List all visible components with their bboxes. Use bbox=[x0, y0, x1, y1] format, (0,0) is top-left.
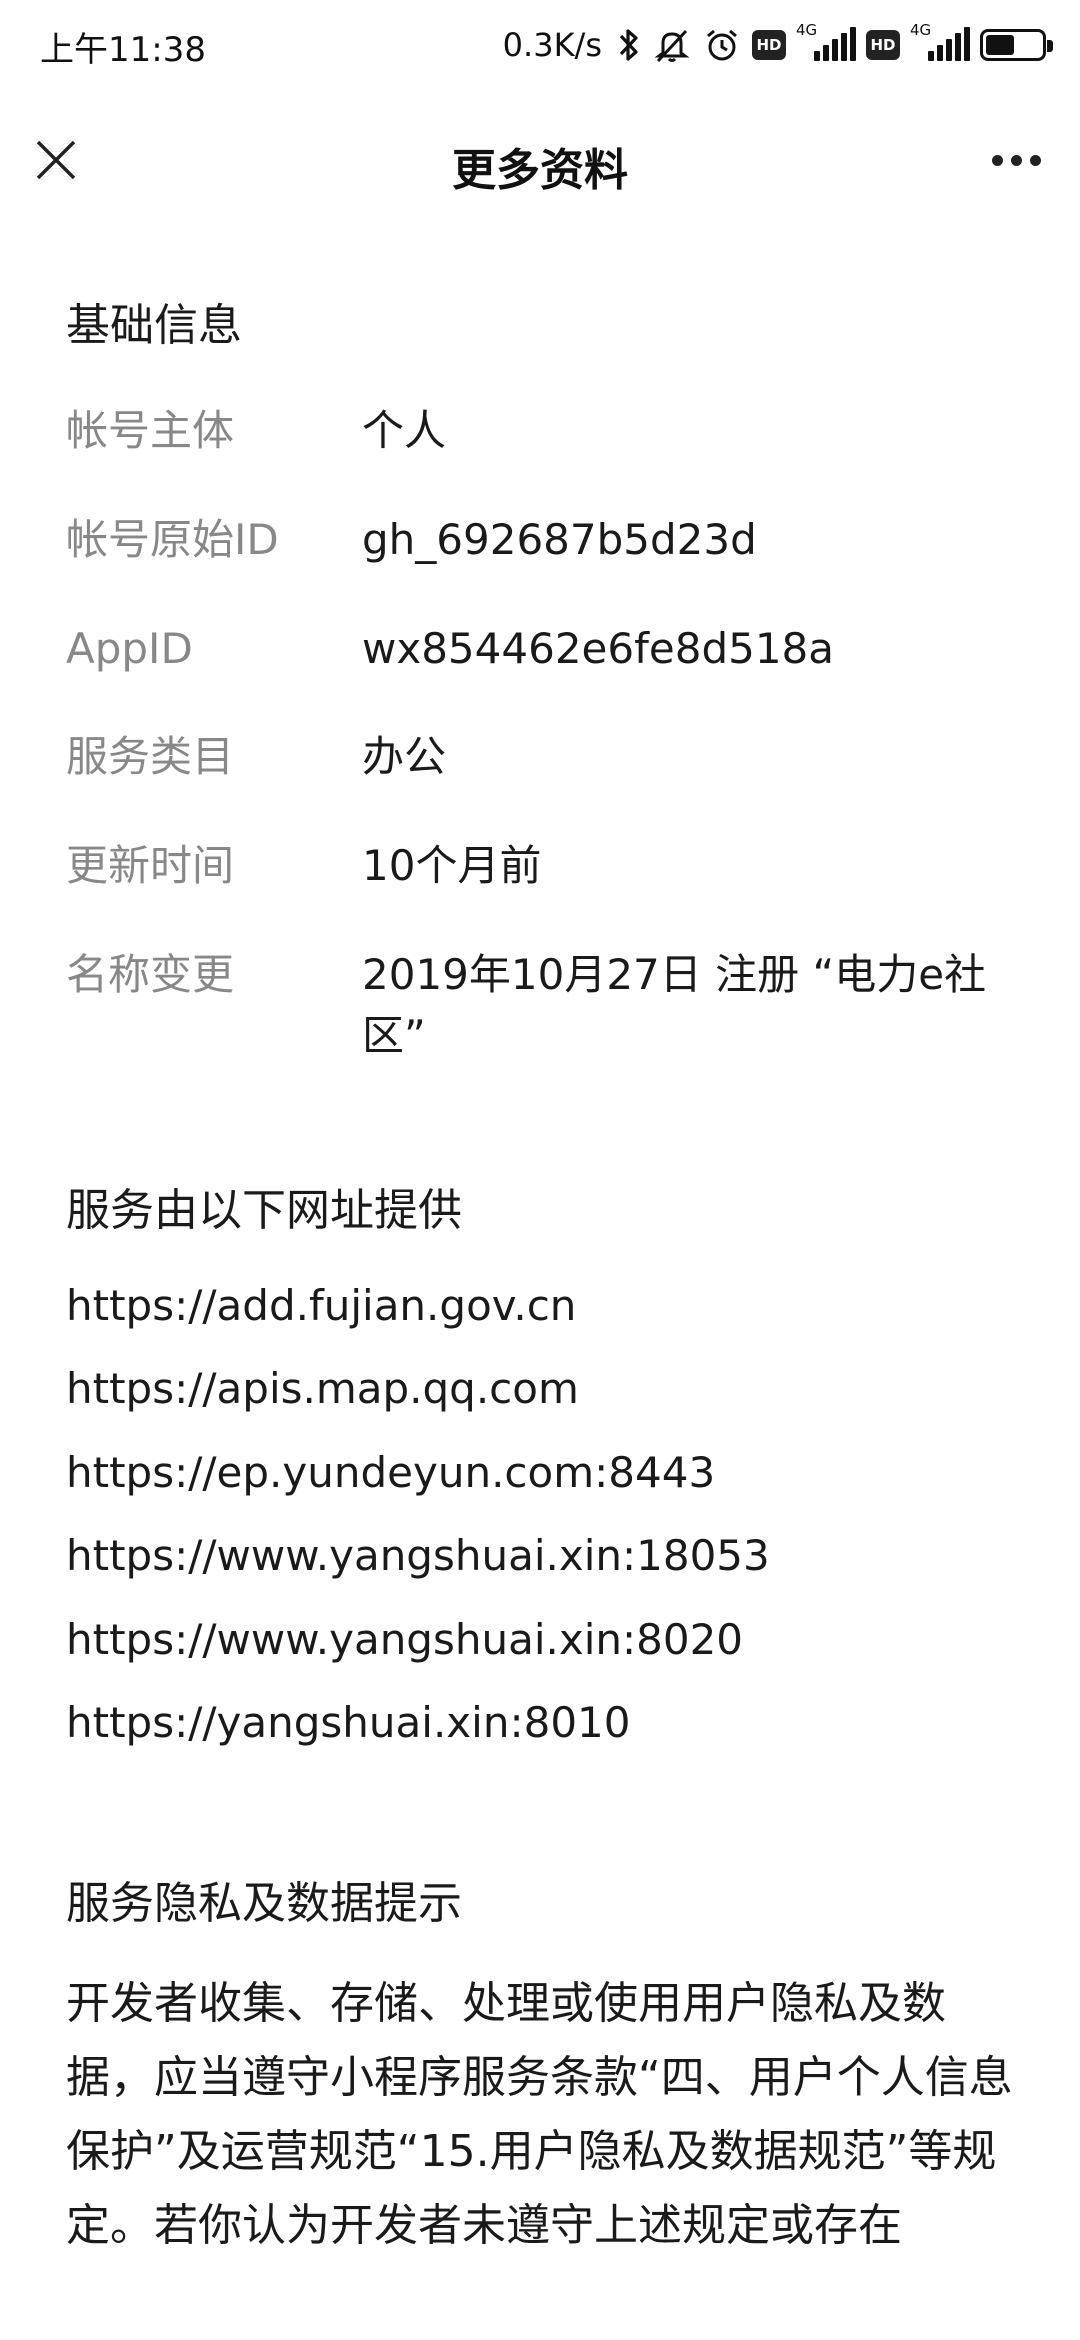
service-url-link[interactable]: https://yangshuai.xin:8010 bbox=[66, 1697, 1016, 1750]
battery-icon bbox=[980, 29, 1053, 61]
info-label: 更新时间 bbox=[66, 841, 235, 891]
more-icon bbox=[1029, 154, 1041, 166]
info-row-update-time: 更新时间 10个月前 bbox=[66, 836, 1016, 897]
info-label: 服务类目 bbox=[66, 732, 235, 782]
service-url-link[interactable]: https://ep.yundeyun.com:8443 bbox=[66, 1447, 1016, 1500]
info-row-name-change: 名称变更 2019年10月27日 注册 “电力e社区” bbox=[66, 945, 1016, 1067]
info-label: 名称变更 bbox=[66, 950, 235, 1000]
info-row-service-category: 服务类目 办公 bbox=[66, 727, 1016, 788]
info-value: 办公 bbox=[362, 732, 447, 782]
info-row-original-id: 帐号原始ID gh_692687b5d23d bbox=[66, 510, 1016, 571]
signal-tag: 4G bbox=[910, 21, 932, 39]
nav-bar: 更多资料 bbox=[0, 92, 1080, 232]
page-title: 更多资料 bbox=[452, 145, 628, 196]
more-icon bbox=[1010, 154, 1022, 166]
status-icons: 0.3K/s HD 4G HD 4G bbox=[502, 20, 1053, 70]
signal-icon: 4G bbox=[910, 21, 970, 65]
mute-icon bbox=[652, 23, 692, 67]
section-title-service-urls: 服务由以下网址提供 bbox=[66, 1185, 462, 1237]
info-value: gh_692687b5d23d bbox=[362, 514, 757, 564]
info-row-account-subject: 帐号主体 个人 bbox=[66, 401, 1016, 462]
content: 基础信息 帐号主体 个人 帐号原始ID gh_692687b5d23d AppI… bbox=[66, 300, 1016, 2263]
more-icon bbox=[991, 154, 1003, 166]
hd-badge: HD bbox=[752, 30, 786, 60]
signal-tag: 4G bbox=[796, 21, 818, 39]
info-row-appid: AppID wx854462e6fe8d518a bbox=[66, 619, 1016, 680]
status-time: 上午11:38 bbox=[40, 30, 206, 70]
close-button[interactable] bbox=[26, 130, 86, 190]
network-speed: 0.3K/s bbox=[502, 26, 602, 64]
close-icon bbox=[36, 140, 76, 180]
service-url-link[interactable]: https://www.yangshuai.xin:8020 bbox=[66, 1614, 1016, 1667]
info-label: 帐号原始ID bbox=[66, 514, 279, 564]
info-value: 个人 bbox=[362, 405, 447, 455]
info-value: 10个月前 bbox=[362, 841, 542, 891]
signal-icon: 4G bbox=[796, 21, 856, 65]
info-value: 2019年10月27日 注册 “电力e社区” bbox=[362, 950, 987, 1061]
service-url-link[interactable]: https://www.yangshuai.xin:18053 bbox=[66, 1530, 1016, 1583]
hd-badge: HD bbox=[866, 30, 900, 60]
info-label: 帐号主体 bbox=[66, 405, 235, 455]
service-url-link[interactable]: https://add.fujian.gov.cn bbox=[66, 1280, 1016, 1333]
bluetooth-icon bbox=[616, 23, 642, 67]
section-title-privacy: 服务隐私及数据提示 bbox=[66, 1877, 462, 1929]
info-value: wx854462e6fe8d518a bbox=[362, 623, 835, 673]
section-title-basic-info: 基础信息 bbox=[66, 300, 242, 351]
info-label: AppID bbox=[66, 623, 193, 673]
alarm-icon bbox=[702, 23, 742, 67]
status-bar: 上午11:38 0.3K/s HD 4G HD 4G bbox=[0, 0, 1080, 92]
more-button[interactable] bbox=[978, 130, 1054, 190]
privacy-notice-text: 开发者收集、存储、处理或使用用户隐私及数据，应当遵守小程序服务条款“四、用户个人… bbox=[66, 1977, 1013, 2251]
service-url-link[interactable]: https://apis.map.qq.com bbox=[66, 1363, 1016, 1416]
